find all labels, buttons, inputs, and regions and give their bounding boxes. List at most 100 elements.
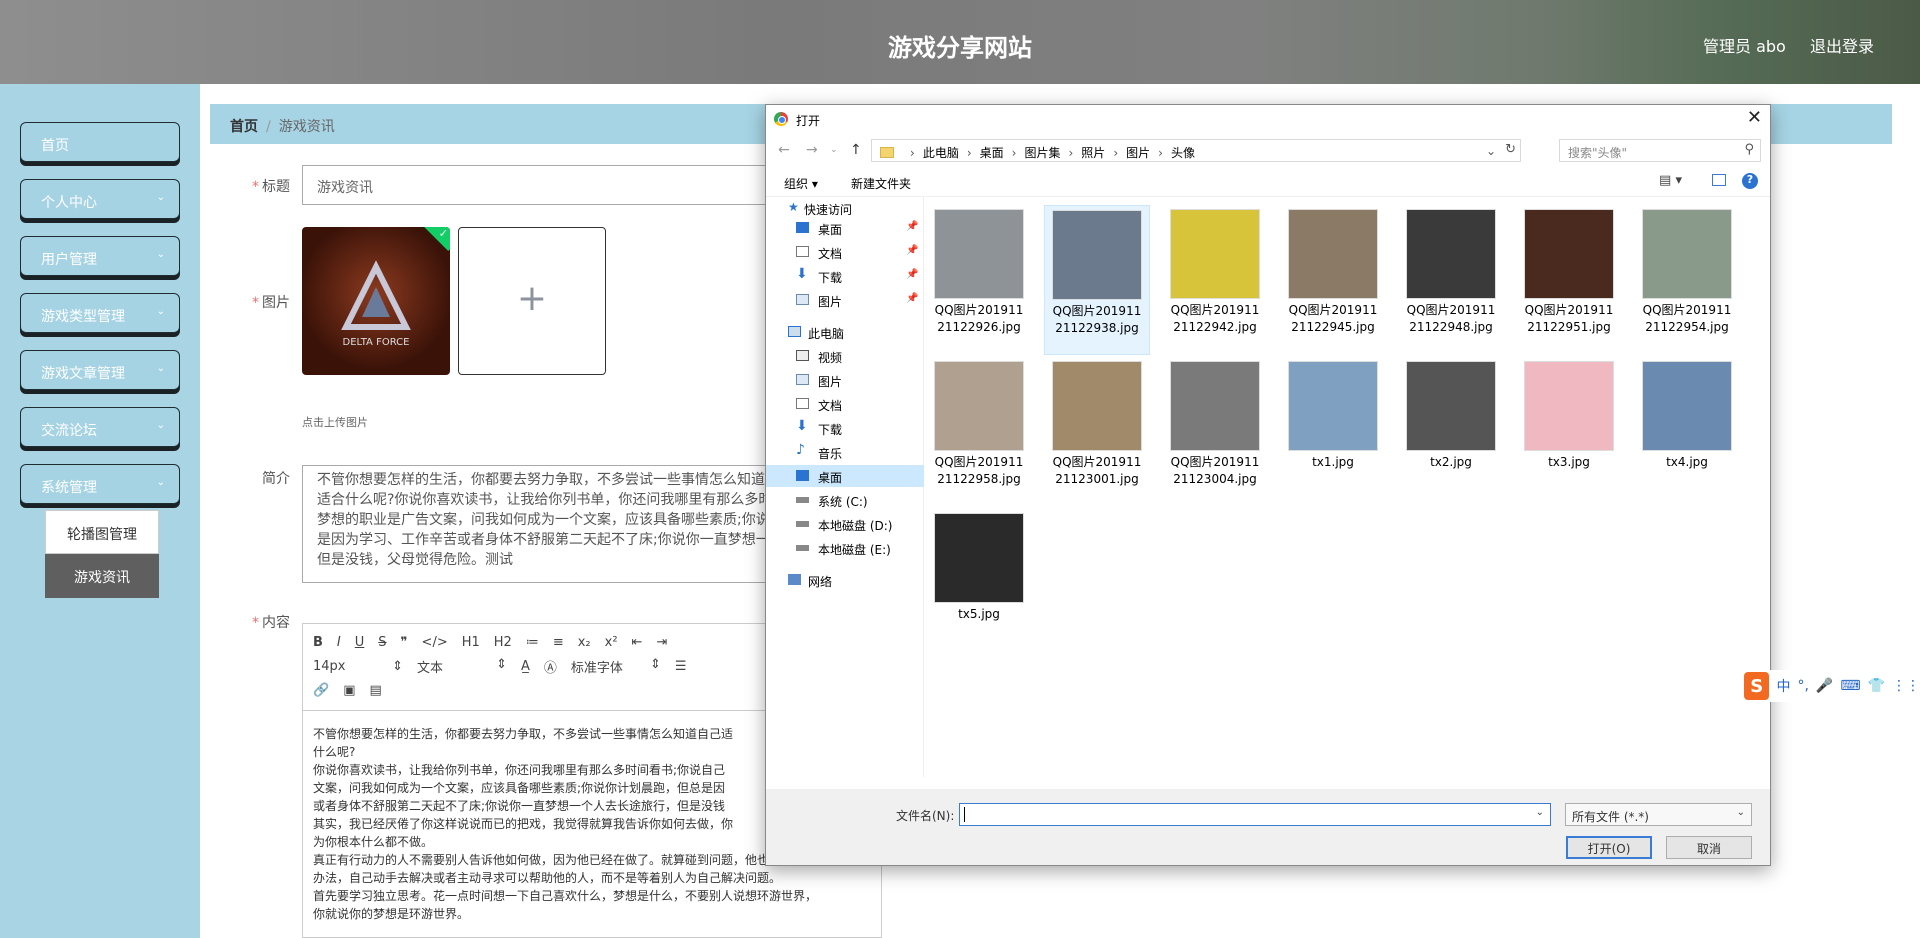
nav-desktop-pinned[interactable]: 桌面 📌 [766,217,924,239]
subscript-button[interactable]: x₂ [578,635,591,650]
nav-this-pc[interactable]: 此电脑 [766,321,924,343]
image-icon[interactable]: ▣ [343,683,355,698]
microphone-icon[interactable]: 🎤 [1816,678,1833,694]
chevron-down-icon[interactable]: ⌄ [1486,144,1496,158]
nav-documents[interactable]: 文档 [766,393,924,415]
font-size-select[interactable]: 14px ⇕ [313,659,403,674]
nav-downloads-pinned[interactable]: ⬇ 下载 📌 [766,265,924,287]
address-bar[interactable]: › 此电脑 › 桌面 › 图片集 › 照片 › 图片 › 头像 ⌄ ↻ [871,139,1521,162]
code-button[interactable]: </> [422,635,448,650]
file-item[interactable]: tx1.jpg [1280,357,1386,507]
submenu-item-carousel[interactable]: 轮播图管理 [45,510,159,554]
nav-pictures-pinned[interactable]: 图片 📌 [766,289,924,311]
path-segment[interactable]: 此电脑 [923,146,959,160]
uploaded-image-thumbnail[interactable]: DELTA FORCE ✓ [302,227,450,375]
file-item[interactable]: tx2.jpg [1398,357,1504,507]
nav-documents-pinned[interactable]: 文档 📌 [766,241,924,263]
nav-drive-c[interactable]: 系统 (C:) [766,489,924,511]
link-icon[interactable]: 🔗 [313,683,329,698]
italic-button[interactable]: I [337,635,341,650]
outdent-button[interactable]: ⇤ [632,635,643,650]
chevron-down-icon[interactable]: ⌄ [1536,807,1544,818]
ime-punctuation-toggle[interactable]: °, [1797,678,1808,694]
sidebar-item-game-articles[interactable]: 游戏文章管理 ⌄ [20,350,180,390]
recent-dropdown-icon[interactable]: ⌄ [830,145,838,155]
submenu-item-game-news[interactable]: 游戏资讯 [45,554,159,598]
cancel-button[interactable]: 取消 [1666,836,1752,859]
nav-drive-d[interactable]: 本地磁盘 (D:) [766,513,924,535]
file-item[interactable]: QQ图片20191121122948.jpg [1398,205,1504,355]
add-image-button[interactable]: + [458,227,606,375]
nav-music[interactable]: ♪ 音乐 [766,441,924,463]
sidebar-item-game-types[interactable]: 游戏类型管理 ⌄ [20,293,180,333]
file-item[interactable]: QQ图片20191121122938.jpg [1044,205,1150,355]
nav-videos[interactable]: 视频 [766,345,924,367]
quote-button[interactable]: ❞ [401,635,408,650]
file-item[interactable]: QQ图片20191121123004.jpg [1162,357,1268,507]
sidebar-item-home[interactable]: 首页 [20,122,180,162]
file-item[interactable]: QQ图片20191121122951.jpg [1516,205,1622,355]
preview-pane-icon[interactable] [1712,174,1726,186]
font-color-button[interactable]: A̲ [521,659,530,674]
filename-input[interactable]: ⌄ [959,803,1551,826]
new-folder-button[interactable]: 新建文件夹 [851,175,911,192]
view-options-icon[interactable]: ▤ ▾ [1659,173,1682,188]
forward-arrow-icon[interactable]: → [806,142,818,158]
path-segment[interactable]: 头像 [1171,146,1195,160]
underline-button[interactable]: U [355,635,365,650]
sidebar-item-forum[interactable]: 交流论坛 ⌄ [20,407,180,447]
ime-chinese-toggle[interactable]: 中 [1776,676,1790,696]
search-input[interactable]: 搜索"头像" ⚲ [1559,139,1761,162]
path-segment[interactable]: 图片集 [1024,146,1060,160]
file-item[interactable]: tx4.jpg [1634,357,1740,507]
open-button[interactable]: 打开(O) [1566,836,1652,859]
ordered-list-button[interactable]: ≔ [526,635,539,650]
file-item[interactable]: QQ图片20191121122958.jpg [926,357,1032,507]
back-arrow-icon[interactable]: ← [778,142,790,158]
up-arrow-icon[interactable]: ↑ [850,142,862,158]
nav-quick-access[interactable]: ★ 快速访问 [766,197,924,219]
refresh-icon[interactable]: ↻ [1505,142,1516,157]
bullet-list-button[interactable]: ≡ [553,635,564,650]
file-item[interactable]: QQ图片20191121122954.jpg [1634,205,1740,355]
h2-button[interactable]: H2 [494,635,512,650]
organize-button[interactable]: 组织 ▾ [784,175,818,192]
sidebar-item-users[interactable]: 用户管理 ⌄ [20,236,180,276]
admin-user-label[interactable]: 管理员 abo [1703,33,1786,57]
indent-button[interactable]: ⇥ [656,635,667,650]
keyboard-icon[interactable]: ⌨ [1840,678,1860,694]
path-segment[interactable]: 照片 [1081,146,1105,160]
path-segment[interactable]: 图片 [1126,146,1150,160]
logout-link[interactable]: 退出登录 [1810,33,1874,57]
nav-desktop[interactable]: 桌面 [766,465,924,487]
align-button[interactable]: ☰ [675,659,687,674]
file-item[interactable]: QQ图片20191121123001.jpg [1044,357,1150,507]
strike-button[interactable]: S [378,635,386,650]
video-icon[interactable]: ▤ [369,683,381,698]
file-item[interactable]: QQ图片20191121122942.jpg [1162,205,1268,355]
sidebar-item-system[interactable]: 系统管理 ⌄ [20,464,180,504]
skin-icon[interactable]: 👕 [1868,678,1885,694]
font-family-select[interactable]: 标准字体 ⇕ [571,657,661,676]
help-icon[interactable]: ? [1742,173,1758,189]
file-item[interactable]: QQ图片20191121122926.jpg [926,205,1032,355]
grid-icon[interactable]: ⋮⋮ [1892,678,1920,694]
bold-button[interactable]: B [313,635,323,650]
sidebar-item-personal[interactable]: 个人中心 ⌄ [20,179,180,219]
file-item[interactable]: QQ图片20191121122945.jpg [1280,205,1386,355]
breadcrumb-home[interactable]: 首页 [230,119,258,135]
bg-color-button[interactable]: Ⓐ [544,657,557,676]
nav-network[interactable]: 网络 [766,569,924,591]
close-icon[interactable]: ✕ [1747,107,1762,128]
file-item[interactable]: tx3.jpg [1516,357,1622,507]
file-item[interactable]: tx5.jpg [926,509,1032,659]
nav-drive-e[interactable]: 本地磁盘 (E:) [766,537,924,559]
nav-pictures[interactable]: 图片 [766,369,924,391]
format-select[interactable]: 文本 ⇕ [417,657,507,676]
path-segment[interactable]: 桌面 [980,146,1004,160]
filetype-select[interactable]: 所有文件 (*.*) ⌄ [1565,803,1752,826]
intro-textarea[interactable]: 不管你想要怎样的生活，你都要去努力争取，不多尝试一些事情怎么知道 适合什么呢?你… [302,465,842,583]
h1-button[interactable]: H1 [462,635,480,650]
nav-downloads[interactable]: ⬇ 下载 [766,417,924,439]
title-input[interactable]: 游戏资讯 [302,165,842,205]
